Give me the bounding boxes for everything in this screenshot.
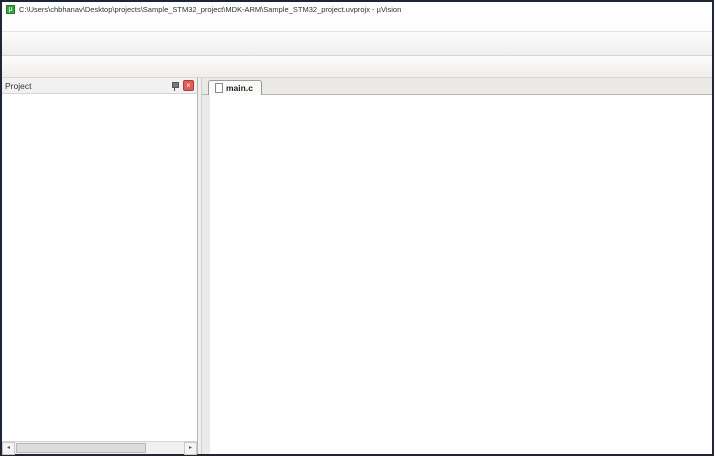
scrollbar-track[interactable] — [15, 442, 184, 455]
scroll-left-button[interactable]: ◂ — [2, 441, 15, 455]
menu-bar — [2, 17, 712, 32]
code-editor[interactable] — [202, 95, 712, 454]
project-panel: Project × ◂ ▸ — [2, 78, 198, 455]
scroll-right-button[interactable]: ▸ — [184, 441, 197, 455]
project-panel-header: Project × — [2, 78, 197, 94]
project-horizontal-scrollbar[interactable]: ◂ ▸ — [2, 441, 197, 455]
title-bar: µ C:\Users\chbhanav\Desktop\projects\Sam… — [2, 2, 712, 17]
file-icon — [215, 83, 223, 93]
window-title: C:\Users\chbhanav\Desktop\projects\Sampl… — [19, 5, 402, 14]
editor-tab-bar: main.c — [202, 78, 712, 95]
scrollbar-thumb[interactable] — [16, 442, 146, 453]
tab-main-c[interactable]: main.c — [208, 80, 262, 95]
project-panel-title: Project — [5, 80, 32, 91]
editor-pane: main.c — [201, 78, 712, 454]
main-area: Project × ◂ ▸ main.c — [2, 78, 712, 455]
tab-label: main.c — [226, 83, 253, 93]
file-toolbar — [2, 32, 712, 56]
build-toolbar — [2, 56, 712, 78]
uvision-app-icon: µ — [6, 5, 15, 14]
close-panel-button[interactable]: × — [183, 80, 194, 91]
pin-icon[interactable] — [170, 81, 180, 91]
project-tree — [2, 94, 197, 441]
uvision-window: µ C:\Users\chbhanav\Desktop\projects\Sam… — [0, 0, 714, 456]
